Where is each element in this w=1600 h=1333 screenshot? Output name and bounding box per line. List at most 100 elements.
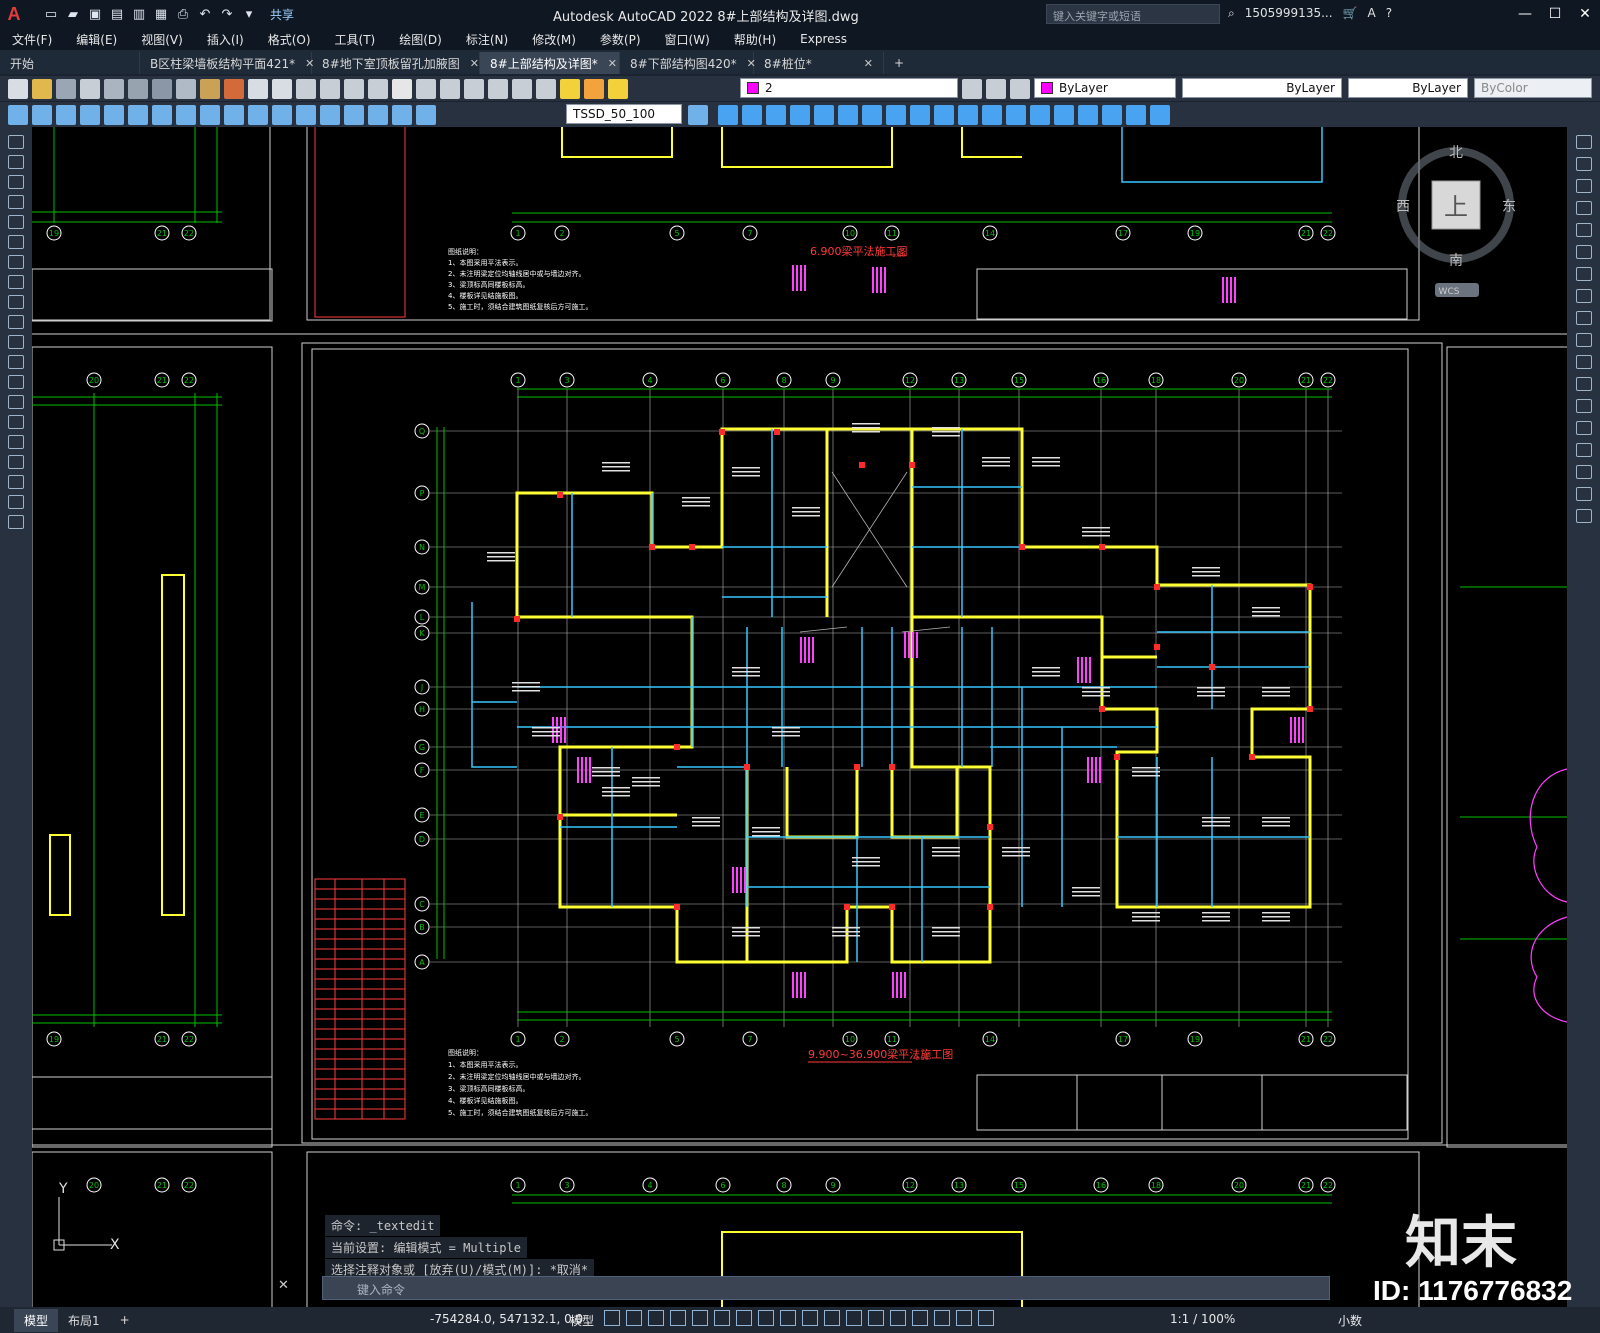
layer-state-icon[interactable] [1010, 79, 1030, 99]
polar-icon[interactable] [714, 1310, 730, 1326]
layer-lock-icon[interactable] [608, 78, 628, 99]
tab-start[interactable]: 开始 [0, 52, 140, 74]
zoom-window-icon[interactable] [344, 78, 364, 99]
open-icon[interactable] [32, 78, 52, 99]
gradient-icon[interactable] [8, 435, 24, 449]
stretch-icon[interactable] [886, 105, 906, 125]
polyline-icon[interactable] [8, 175, 24, 189]
tolerance-icon[interactable] [272, 104, 292, 125]
chamfer-icon[interactable] [1575, 443, 1592, 457]
tab-model[interactable]: 模型 [14, 1308, 59, 1332]
group-icon[interactable] [1126, 105, 1146, 125]
make-block-icon[interactable] [8, 375, 24, 389]
command-input[interactable]: 键入命令 [322, 1276, 1330, 1300]
trim-icon[interactable] [1575, 333, 1592, 347]
search-input[interactable]: 键入关键字或短语 [1046, 4, 1220, 24]
arc-icon[interactable] [8, 235, 24, 249]
copy-icon[interactable] [176, 78, 196, 99]
command-line-close-icon[interactable]: ✕ [278, 1278, 289, 1293]
explode-icon[interactable] [1575, 509, 1592, 523]
join-icon[interactable] [982, 105, 1002, 125]
properties-icon[interactable] [392, 78, 412, 99]
annotation-scale[interactable]: 1:1 / 100% [1170, 1312, 1235, 1326]
scale-icon[interactable] [862, 105, 882, 125]
menu-format[interactable]: 格式(O) [256, 31, 323, 48]
a360-icon[interactable]: A [1367, 6, 1375, 21]
tab-b-zone-plan[interactable]: B区柱梁墙板结构平面421* ✕ [140, 52, 314, 74]
break-icon[interactable] [958, 105, 978, 125]
menu-view[interactable]: 视图(V) [129, 31, 195, 48]
menu-insert[interactable]: 插入(I) [195, 31, 256, 48]
save-icon[interactable] [56, 78, 76, 99]
pan-icon[interactable] [296, 78, 316, 99]
redo-icon[interactable]: ↷ [218, 5, 236, 23]
quick-dim-icon[interactable] [200, 104, 220, 125]
dim-update-icon[interactable] [416, 104, 436, 125]
markup-icon[interactable] [488, 78, 508, 99]
ortho-icon[interactable] [692, 1310, 708, 1326]
dimstyle-manager-icon[interactable] [688, 105, 708, 125]
layer-bulb-icon[interactable] [560, 78, 580, 99]
erase-icon[interactable] [1575, 135, 1592, 149]
close-tab-icon[interactable]: ✕ [470, 57, 479, 70]
jog-line-icon[interactable] [344, 104, 364, 125]
osnap-icon[interactable] [780, 1310, 796, 1326]
linear-dim-icon[interactable] [8, 104, 28, 125]
tab-layout1[interactable]: 布局1 [58, 1309, 110, 1332]
fillet-icon[interactable] [1030, 105, 1050, 125]
drawing-canvas[interactable]: 19 21 22 20 21 22 19 21 22 20 21 22 6.90… [32, 127, 1567, 1307]
tab-pile-position[interactable]: 8#桩位* ✕ [754, 52, 884, 74]
trim-icon[interactable] [910, 105, 930, 125]
continue-icon[interactable] [248, 104, 268, 125]
cart-icon[interactable]: 🛒 [1343, 6, 1358, 21]
array-icon[interactable] [1575, 223, 1592, 237]
help-icon[interactable] [536, 78, 556, 99]
xline-icon[interactable] [8, 155, 24, 169]
lineweight-dropdown[interactable]: ByLayer [1348, 78, 1468, 98]
mirror-icon[interactable] [1575, 179, 1592, 193]
add-layout-button[interactable]: + [110, 1310, 140, 1330]
3d-osnap-icon[interactable] [868, 1310, 884, 1326]
fillet-icon[interactable] [1575, 465, 1592, 479]
draworder-icon[interactable] [1102, 105, 1122, 125]
infer-icon[interactable] [648, 1310, 664, 1326]
menu-modify[interactable]: 修改(M) [520, 31, 588, 48]
preview-icon[interactable] [104, 78, 124, 99]
ordinate-icon[interactable] [80, 104, 100, 125]
user-name[interactable]: 1505999135... [1245, 6, 1333, 21]
paste-icon[interactable] [200, 78, 220, 99]
explode-icon[interactable] [1054, 105, 1074, 125]
undo-icon[interactable] [248, 78, 268, 99]
move-icon[interactable] [1575, 245, 1592, 259]
spline-icon[interactable] [8, 295, 24, 309]
sheet-set-icon[interactable] [464, 78, 484, 99]
erase-icon[interactable] [1078, 105, 1098, 125]
chamfer-icon[interactable] [1006, 105, 1026, 125]
compass-east[interactable]: 东 [1502, 199, 1516, 215]
zoom-previous-icon[interactable] [368, 78, 388, 99]
transparency-icon[interactable] [824, 1310, 840, 1326]
publish-icon[interactable] [128, 78, 148, 99]
break-icon[interactable] [1575, 399, 1592, 413]
linetype-dropdown[interactable]: ByLayer [1182, 78, 1342, 98]
maximize-button[interactable]: ☐ [1540, 0, 1570, 28]
layer-dropdown[interactable]: 2 [740, 78, 958, 98]
move-icon[interactable] [718, 105, 738, 125]
close-tab-icon[interactable]: ✕ [608, 57, 617, 70]
web-mobile-icon[interactable]: ▥ [130, 5, 148, 23]
menu-draw[interactable]: 绘图(D) [387, 31, 454, 48]
arc-length-icon[interactable] [56, 104, 76, 125]
aligned-dim-icon[interactable] [32, 104, 52, 125]
ucs-icon[interactable] [890, 1310, 906, 1326]
tab-upper-structure[interactable]: 8#上部结构及详图* ✕ [480, 52, 620, 74]
rotate-icon[interactable] [838, 105, 858, 125]
units-display[interactable]: 小数 [1338, 1312, 1362, 1329]
color-dropdown[interactable]: ByLayer [1034, 78, 1176, 98]
minimize-button[interactable]: — [1510, 0, 1540, 28]
plot-icon[interactable] [80, 78, 100, 99]
autocad-logo[interactable]: A [0, 0, 28, 28]
new-file-icon[interactable]: ▭ [42, 5, 60, 23]
plotstyle-dropdown[interactable]: ByColor [1474, 78, 1592, 98]
ellipse-icon[interactable] [8, 315, 24, 329]
coordinate-readout[interactable]: -754284.0, 547132.1, 0.0 [430, 1312, 583, 1326]
